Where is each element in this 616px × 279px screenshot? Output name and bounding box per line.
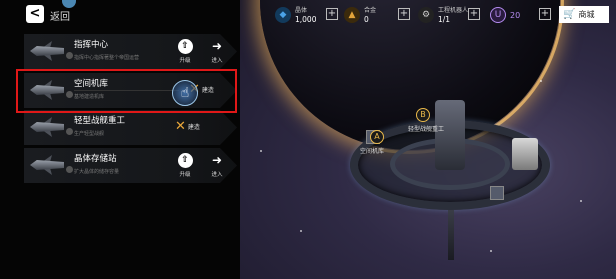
tutorial-highlight-frame [16,69,237,113]
add-alloy-button[interactable]: + [398,8,410,20]
space-scene[interactable]: A 空间机库 B 轻型战舰重工 [240,0,616,279]
resource-crystal: ◆ 晶体 1,000 [275,4,316,26]
shop-label: 商城 [578,10,595,19]
ship-thumbnail [26,115,66,139]
resource-value: 0 [364,15,369,24]
station-tower [435,100,465,170]
ship-thumbnail [26,39,66,63]
station-marker-b[interactable]: B [416,108,430,122]
upgrade-arrow-icon: ⇧ [177,153,193,168]
enter-button[interactable]: ➜ 进入 [206,39,228,65]
resource-value: 1,000 [295,15,317,24]
robot-icon: ⚙ [418,7,434,23]
upgrade-label: 升级 [179,58,191,64]
resource-name: 合金 [364,7,377,14]
facility-row-crystal-storage[interactable]: 晶体存储站 扩大晶体的储存容量 ⇧ 升级 ➜ 进入 [24,148,237,183]
enter-label: 进入 [211,58,223,64]
facility-desc: 扩大晶体的储存容量 [74,169,120,175]
station-label-a: 空间机库 [360,148,385,155]
facility-row-command-center[interactable]: 指挥中心 指挥中心指挥著整个帝国运营 ⇧ 升级 ➜ 进入 [24,34,237,69]
alloy-icon: ▲ [344,7,360,23]
star [540,80,542,82]
upgrade-button[interactable]: ⇧ 升级 [172,39,198,65]
wrench-icon: ✕ [175,119,186,134]
facility-panel: < 返回 指挥中心 指挥中心指挥著整个帝国运营 ⇧ 升级 ➜ 进入 空间机库 基… [0,0,240,279]
status-dot [66,166,73,173]
cart-icon: 🛒 [563,9,576,20]
facility-title: 轻型战舰重工 [74,116,126,126]
add-crystal-button[interactable]: + [326,8,338,20]
enter-arrow-icon: ➜ [211,153,223,167]
star [490,250,492,252]
premium-u-icon: U [490,7,506,23]
station-marker-a[interactable]: A [370,130,384,144]
enter-label: 进入 [211,172,223,178]
tap-hand-icon: ☝ [172,80,198,106]
header-ornament [62,0,76,8]
facility-desc: 生产轻型战舰 [74,131,105,137]
resource-robot: ⚙ 工程机器人 1/1 [418,4,468,26]
upgrade-arrow-icon: ⇧ [177,39,193,54]
add-premium-button[interactable]: + [539,8,551,20]
star [580,200,582,202]
ship-thumbnail [26,153,66,177]
upgrade-label: 升级 [179,172,191,178]
upgrade-button[interactable]: ⇧ 升级 [172,153,198,179]
docked-ship[interactable] [512,138,538,170]
back-label[interactable]: 返回 [50,8,70,23]
build-button[interactable]: ✕ 建造 [175,119,200,134]
star [300,230,302,232]
resource-bar: ◆ 晶体 1,000 + ▲ 合金 0 + ⚙ 工程机器人 1/1 + U 20… [240,0,616,30]
resource-name: 晶体 [295,7,308,14]
resource-value: 1/1 [438,15,451,24]
resource-name: 工程机器人 [438,7,469,14]
enter-arrow-icon: ➜ [211,39,223,53]
build-label: 建造 [187,124,200,131]
status-dot [66,128,73,135]
resource-alloy: ▲ 合金 0 [344,4,376,26]
station-label-b: 轻型战舰重工 [408,126,445,133]
enter-button[interactable]: ➜ 进入 [206,153,228,179]
station-module [490,186,504,200]
facility-title: 晶体存储站 [74,154,117,164]
back-button[interactable]: < [26,5,44,23]
facility-desc: 指挥中心指挥著整个帝国运营 [74,55,140,61]
shop-button[interactable]: 🛒 商城 [559,6,609,23]
facility-row-light-warship[interactable]: 轻型战舰重工 生产轻型战舰 ✕ 建造 [24,110,237,145]
crystal-icon: ◆ [275,7,291,23]
resource-premium: U 20 [490,4,520,26]
add-robot-button[interactable]: + [468,8,480,20]
premium-value: 20 [510,10,521,20]
station-mast [448,210,454,260]
star [260,150,262,152]
facility-title: 指挥中心 [74,40,109,50]
status-dot [66,52,73,59]
